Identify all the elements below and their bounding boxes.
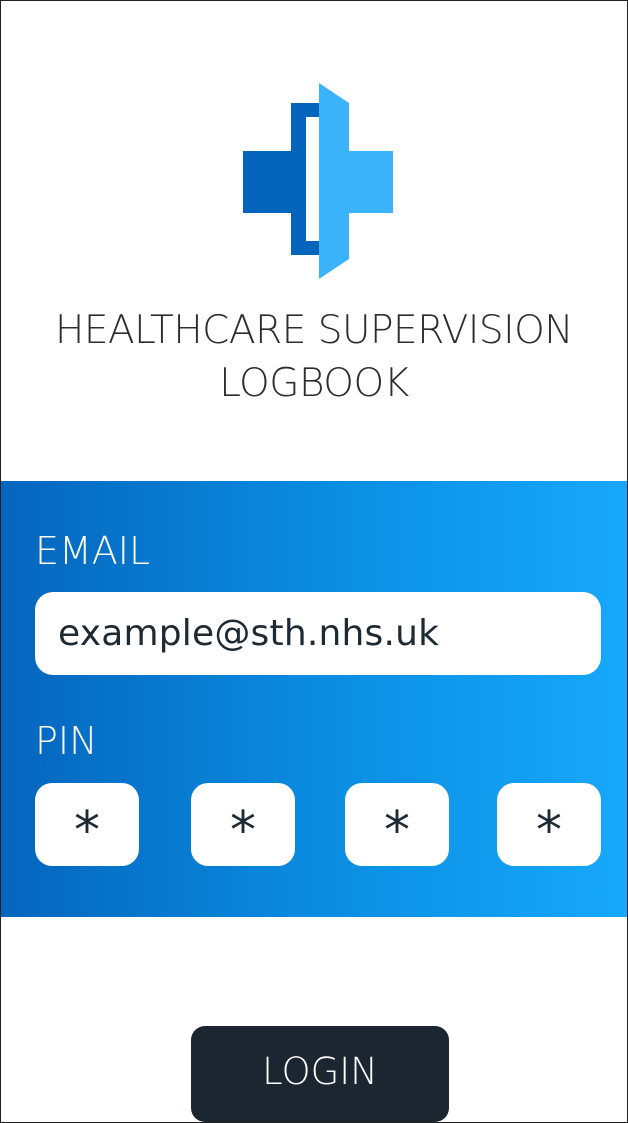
email-label: EMAIL: [35, 529, 151, 573]
pin-digit-1-value: *: [74, 800, 100, 861]
login-button[interactable]: LOGIN: [191, 1026, 449, 1122]
login-button-label: LOGIN: [262, 1049, 378, 1093]
email-field[interactable]: example@sth.nhs.uk: [35, 592, 601, 675]
app-title-line-2: LOGBOOK: [219, 361, 409, 406]
pin-digit-3[interactable]: *: [345, 783, 449, 866]
pin-digit-3-value: *: [384, 800, 410, 861]
pin-digit-1[interactable]: *: [35, 783, 139, 866]
app-title-line-1: HEALTHCARE SUPERVISION: [55, 308, 573, 353]
pin-digit-2-value: *: [230, 800, 256, 861]
medical-cross-icon: [243, 83, 393, 279]
pin-digit-4[interactable]: *: [497, 783, 601, 866]
pin-digit-2[interactable]: *: [191, 783, 295, 866]
login-screen: HEALTHCARE SUPERVISION LOGBOOK EMAIL exa…: [0, 0, 628, 1123]
login-form-panel: EMAIL example@sth.nhs.uk PIN * * * *: [1, 481, 627, 917]
pin-digit-4-value: *: [536, 800, 562, 861]
app-title: HEALTHCARE SUPERVISION LOGBOOK: [1, 304, 627, 410]
pin-label: PIN: [35, 719, 98, 763]
